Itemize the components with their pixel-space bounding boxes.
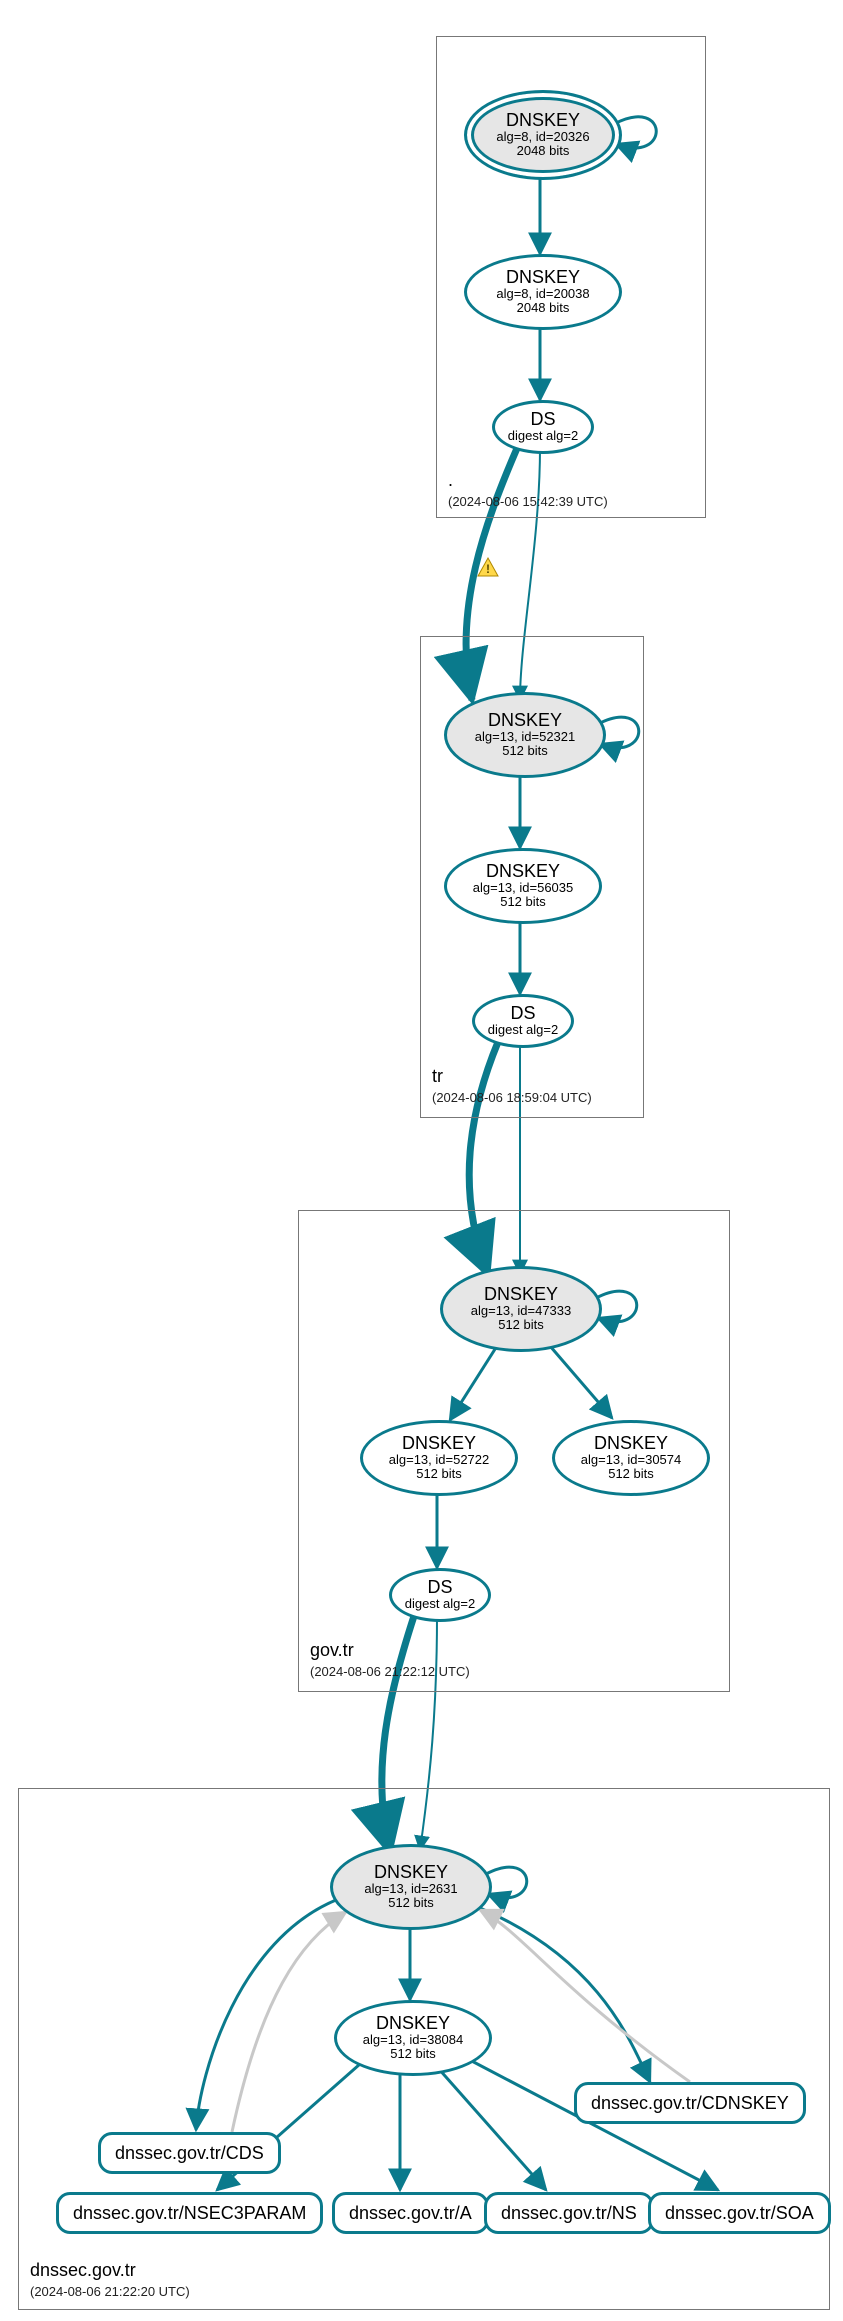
zone-govtr-label: gov.tr [310, 1640, 354, 1661]
root-zsk-sub2: 2048 bits [517, 301, 570, 315]
dnssec-ksk: DNSKEY alg=13, id=2631 512 bits [330, 1844, 492, 1930]
root-ds-sub1: digest alg=2 [508, 429, 578, 443]
govtr-ds-title: DS [427, 1578, 452, 1597]
govtr-ksk-sub1: alg=13, id=47333 [471, 1304, 571, 1318]
tr-zsk-sub1: alg=13, id=56035 [473, 881, 573, 895]
svg-text:!: ! [486, 562, 490, 576]
dnssec-ksk-title: DNSKEY [374, 1863, 448, 1882]
zone-root-label: . [448, 470, 453, 491]
tr-zsk-sub2: 512 bits [500, 895, 546, 909]
tr-ksk-sub2: 512 bits [502, 744, 548, 758]
dnssec-zsk-sub2: 512 bits [390, 2047, 436, 2061]
dnssec-ksk-sub2: 512 bits [388, 1896, 434, 1910]
root-ds-title: DS [530, 410, 555, 429]
govtr-zsk2-sub1: alg=13, id=30574 [581, 1453, 681, 1467]
govtr-ds-sub1: digest alg=2 [405, 1597, 475, 1611]
root-ksk-sub1: alg=8, id=20326 [496, 130, 589, 144]
tr-ksk-sub1: alg=13, id=52321 [475, 730, 575, 744]
rr-cds: dnssec.gov.tr/CDS [98, 2132, 281, 2174]
root-zsk-title: DNSKEY [506, 268, 580, 287]
govtr-zsk2-title: DNSKEY [594, 1434, 668, 1453]
govtr-zsk: DNSKEY alg=13, id=52722 512 bits [360, 1420, 518, 1496]
tr-ksk-title: DNSKEY [488, 711, 562, 730]
zone-tr-sublabel: (2024-08-06 18:59:04 UTC) [432, 1090, 592, 1105]
dnssec-zsk-sub1: alg=13, id=38084 [363, 2033, 463, 2047]
zone-root-sublabel: (2024-08-06 15:42:39 UTC) [448, 494, 608, 509]
tr-ds-sub1: digest alg=2 [488, 1023, 558, 1037]
govtr-zsk2: DNSKEY alg=13, id=30574 512 bits [552, 1420, 710, 1496]
tr-ds: DS digest alg=2 [472, 994, 574, 1048]
zone-dnssec-sublabel: (2024-08-06 21:22:20 UTC) [30, 2284, 190, 2299]
rr-cdnskey: dnssec.gov.tr/CDNSKEY [574, 2082, 806, 2124]
zone-dnssec-label: dnssec.gov.tr [30, 2260, 136, 2281]
root-ksk: DNSKEY alg=8, id=20326 2048 bits [464, 90, 622, 180]
dnssec-zsk-title: DNSKEY [376, 2014, 450, 2033]
tr-ds-title: DS [510, 1004, 535, 1023]
govtr-zsk-sub2: 512 bits [416, 1467, 462, 1481]
govtr-zsk-title: DNSKEY [402, 1434, 476, 1453]
zone-govtr-sublabel: (2024-08-06 21:22:12 UTC) [310, 1664, 470, 1679]
tr-zsk: DNSKEY alg=13, id=56035 512 bits [444, 848, 602, 924]
tr-ksk: DNSKEY alg=13, id=52321 512 bits [444, 692, 606, 778]
zone-tr-label: tr [432, 1066, 443, 1087]
root-zsk-sub1: alg=8, id=20038 [496, 287, 589, 301]
root-ksk-title: DNSKEY [506, 111, 580, 130]
dnssec-ksk-sub1: alg=13, id=2631 [364, 1882, 457, 1896]
rr-ns: dnssec.gov.tr/NS [484, 2192, 654, 2234]
root-zsk: DNSKEY alg=8, id=20038 2048 bits [464, 254, 622, 330]
rr-soa: dnssec.gov.tr/SOA [648, 2192, 831, 2234]
rr-nsec3: dnssec.gov.tr/NSEC3PARAM [56, 2192, 323, 2234]
dnssec-zsk: DNSKEY alg=13, id=38084 512 bits [334, 2000, 492, 2076]
rr-a: dnssec.gov.tr/A [332, 2192, 489, 2234]
govtr-zsk-sub1: alg=13, id=52722 [389, 1453, 489, 1467]
tr-zsk-title: DNSKEY [486, 862, 560, 881]
root-ksk-sub2: 2048 bits [517, 144, 570, 158]
govtr-zsk2-sub2: 512 bits [608, 1467, 654, 1481]
govtr-ksk-sub2: 512 bits [498, 1318, 544, 1332]
root-ds: DS digest alg=2 [492, 400, 594, 454]
govtr-ksk-title: DNSKEY [484, 1285, 558, 1304]
govtr-ksk: DNSKEY alg=13, id=47333 512 bits [440, 1266, 602, 1352]
govtr-ds: DS digest alg=2 [389, 1568, 491, 1622]
